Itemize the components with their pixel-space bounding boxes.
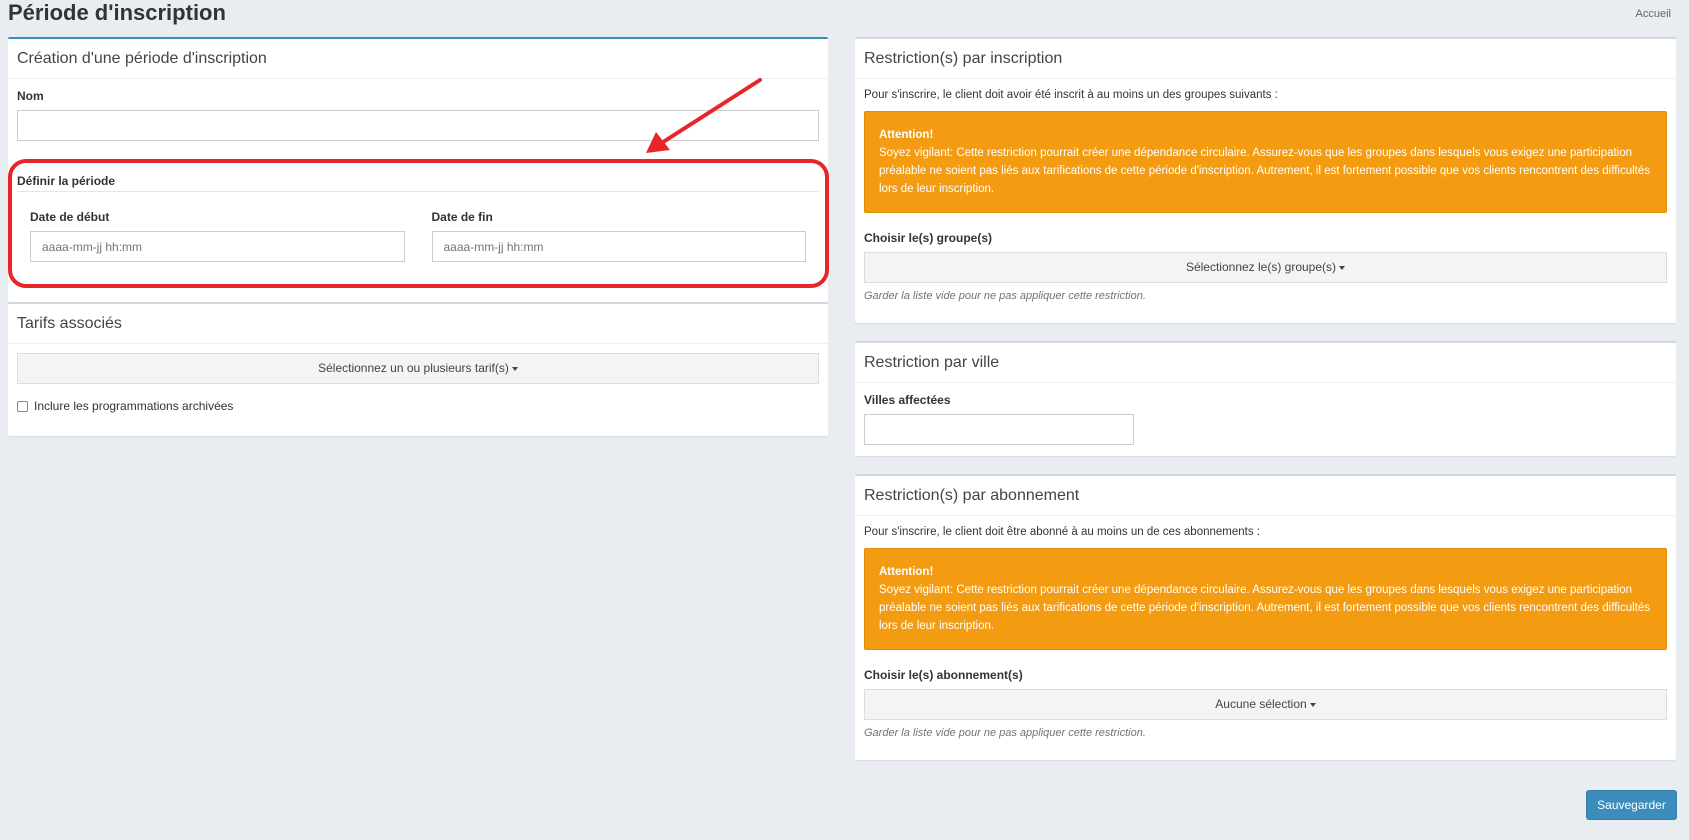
tarifs-box: Tarifs associés Sélectionnez un ou plusi… xyxy=(8,302,828,436)
restriction-abonnement-alert: Attention! Soyez vigilant: Cette restric… xyxy=(864,548,1667,650)
restriction-ville-box: Restriction par ville Villes affectées xyxy=(855,341,1676,456)
alert-body: Soyez vigilant: Cette restriction pourra… xyxy=(879,147,1650,195)
period-row: Date de début Date de fin xyxy=(17,210,819,262)
page-header: Période d'inscription xyxy=(8,0,226,30)
end-date-label: Date de fin xyxy=(431,210,493,224)
groups-label: Choisir le(s) groupe(s) xyxy=(864,231,993,245)
end-date-input[interactable] xyxy=(431,231,806,262)
name-label: Nom xyxy=(17,89,44,103)
subscriptions-select-label: Aucune sélection xyxy=(1215,697,1307,711)
cities-label: Villes affectées xyxy=(864,393,951,407)
alert-title: Attention! xyxy=(879,566,934,578)
tarifs-box-title: Tarifs associés xyxy=(8,304,828,344)
alert-body: Soyez vigilant: Cette restriction pourra… xyxy=(879,584,1650,632)
tarifs-select[interactable]: Sélectionnez un ou plusieurs tarif(s) xyxy=(17,353,819,384)
right-column: Restriction(s) par inscription Pour s'in… xyxy=(855,37,1676,760)
subscriptions-help: Garder la liste vide pour ne pas appliqu… xyxy=(864,727,1146,739)
restriction-abonnement-box: Restriction(s) par abonnement Pour s'ins… xyxy=(855,474,1676,760)
page-title: Période d'inscription xyxy=(8,0,226,25)
groups-help: Garder la liste vide pour ne pas appliqu… xyxy=(864,290,1146,302)
chevron-down-icon xyxy=(1339,265,1346,270)
archived-checkbox[interactable] xyxy=(17,400,28,412)
name-input[interactable] xyxy=(17,110,819,141)
archived-option[interactable]: Inclure les programmations archivées xyxy=(17,399,819,413)
start-date-label: Date de début xyxy=(30,210,110,224)
chevron-down-icon xyxy=(511,366,518,371)
creation-box: Création d'une période d'inscription Nom… xyxy=(8,37,828,302)
cities-input[interactable] xyxy=(864,414,1134,445)
alert-title: Attention! xyxy=(879,129,934,141)
restriction-inscription-title: Restriction(s) par inscription xyxy=(855,39,1676,79)
restriction-inscription-box: Restriction(s) par inscription Pour s'in… xyxy=(855,37,1676,323)
groups-select[interactable]: Sélectionnez le(s) groupe(s) xyxy=(864,252,1667,283)
restriction-abonnement-title: Restriction(s) par abonnement xyxy=(855,476,1676,516)
restriction-inscription-alert: Attention! Soyez vigilant: Cette restric… xyxy=(864,111,1667,213)
archived-label: Inclure les programmations archivées xyxy=(34,399,234,413)
groups-select-label: Sélectionnez le(s) groupe(s) xyxy=(1185,260,1337,274)
restriction-inscription-intro: Pour s'inscrire, le client doit avoir ét… xyxy=(864,89,1278,101)
restriction-abonnement-intro: Pour s'inscrire, le client doit être abo… xyxy=(864,526,1260,538)
creation-box-title: Création d'une période d'inscription xyxy=(8,39,828,79)
start-date-input[interactable] xyxy=(30,231,405,262)
breadcrumb[interactable]: Accueil xyxy=(1636,8,1671,20)
tarifs-select-label: Sélectionnez un ou plusieurs tarif(s) xyxy=(318,361,509,375)
save-button[interactable]: Sauvegarder xyxy=(1586,790,1677,820)
subscriptions-select[interactable]: Aucune sélection xyxy=(864,689,1667,720)
left-column: Création d'une période d'inscription Nom… xyxy=(8,37,828,436)
chevron-down-icon xyxy=(1309,702,1316,707)
restriction-ville-title: Restriction par ville xyxy=(855,343,1676,383)
period-section-title: Définir la période xyxy=(17,174,819,192)
subscriptions-label: Choisir le(s) abonnement(s) xyxy=(864,668,1023,682)
